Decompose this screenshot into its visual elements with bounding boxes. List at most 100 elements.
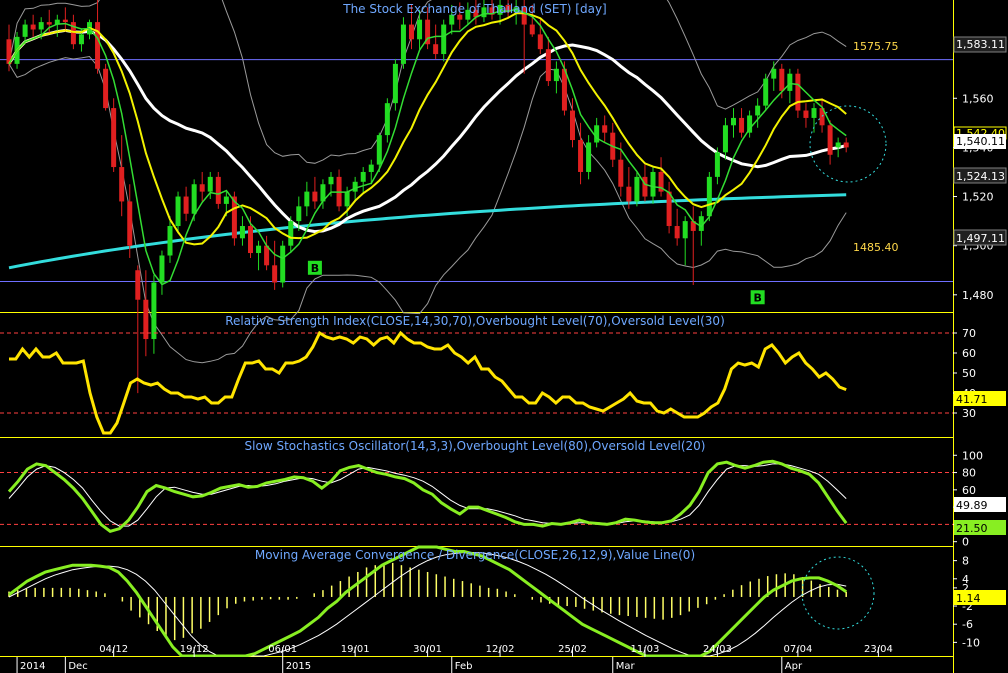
candle-body <box>167 226 173 256</box>
candle-body <box>586 142 592 172</box>
candle-body <box>763 78 769 106</box>
month-label: 2014 <box>20 661 45 672</box>
candle-body <box>95 22 101 69</box>
chart-background <box>0 0 1008 673</box>
candle-body <box>248 226 253 254</box>
candle-body <box>103 68 109 109</box>
candle-body <box>127 201 133 246</box>
date-label: 23/04 <box>864 644 893 655</box>
candle-body <box>239 226 245 239</box>
candle-body <box>199 184 205 192</box>
level-label-low: 1485.40 <box>853 241 899 254</box>
candle-body <box>400 24 406 64</box>
rsi-tick-label: 50 <box>962 367 976 380</box>
date-label: 19/01 <box>341 644 370 655</box>
candle-body <box>537 34 543 50</box>
price-box-mid-text: 1,524.13 <box>956 170 1005 183</box>
candle-body <box>755 105 761 116</box>
candle-body <box>666 191 672 227</box>
stoch-panel-title: Slow Stochastics Oscillator(14,3,3),Over… <box>245 439 706 453</box>
candle-body <box>360 171 366 182</box>
date-label: 30/01 <box>413 644 442 655</box>
candle-body <box>553 68 559 82</box>
candle-body <box>570 110 575 141</box>
candle-body <box>441 24 447 55</box>
candle-body <box>22 24 28 37</box>
candle-body <box>111 108 117 168</box>
candle-body <box>183 196 189 214</box>
stoch-tick-label: 60 <box>962 484 976 497</box>
candle-body <box>545 49 551 82</box>
candle-body <box>62 19 68 23</box>
price-tick-label: 1,480 <box>962 289 994 302</box>
month-label: Feb <box>455 661 473 672</box>
candle-body <box>634 176 640 202</box>
candle-body <box>682 221 688 239</box>
candle-body <box>650 171 656 197</box>
candle-body <box>433 44 439 55</box>
candle-body <box>626 186 632 202</box>
candle-body <box>159 255 165 283</box>
candle-body <box>312 191 318 202</box>
candle-body <box>409 24 414 40</box>
month-label: 2015 <box>286 661 311 672</box>
price-box-last-text: 1,540.11 <box>956 135 1005 148</box>
price-box-upper-text: 1,583.11 <box>956 38 1005 51</box>
stoch-tick-label: 100 <box>962 449 983 462</box>
candle-body <box>30 24 36 30</box>
rsi-tick-label: 70 <box>962 327 976 340</box>
candle-body <box>811 108 817 118</box>
candle-body <box>175 196 181 227</box>
candle-body <box>706 176 712 217</box>
stock-chart: B B The Stock Exchange of Thailand (SET) … <box>0 0 1008 673</box>
candle-body <box>779 68 785 91</box>
candle-body <box>135 270 141 300</box>
candle-body <box>803 110 809 118</box>
date-label: 11/03 <box>631 644 660 655</box>
candle-body <box>78 34 84 45</box>
macd-tick-label: 8 <box>962 555 969 568</box>
date-label: 19/12 <box>180 644 209 655</box>
date-label: 12/02 <box>486 644 515 655</box>
candle-body <box>795 73 801 111</box>
candle-body <box>674 226 680 239</box>
buy-signal-label: B <box>311 262 319 275</box>
candle-body <box>835 142 841 148</box>
candle-body <box>46 22 52 25</box>
candle-body <box>771 68 777 79</box>
candle-body <box>256 245 262 254</box>
date-label: 07/04 <box>783 644 812 655</box>
buy-signal-label: B <box>753 291 761 304</box>
price-tick-label: 1,560 <box>962 92 994 105</box>
price-box-lower-text: 1,497.11 <box>956 232 1005 245</box>
candle-body <box>352 181 358 192</box>
date-label: 24/03 <box>703 644 732 655</box>
macd-tick-label: -10 <box>962 636 980 649</box>
candle-body <box>731 117 736 126</box>
candle-body <box>223 196 229 204</box>
candle-body <box>578 140 584 172</box>
candle-body <box>272 265 278 283</box>
level-label-high: 1575.75 <box>853 40 899 53</box>
date-label: 04/12 <box>99 644 128 655</box>
price-tick-label: 1,520 <box>962 191 994 204</box>
candle-body <box>328 176 334 185</box>
rsi-panel-title: Relative Strength Index(CLOSE,14,30,70),… <box>225 314 725 328</box>
date-axis-background <box>0 657 953 673</box>
candle-body <box>392 63 398 104</box>
rsi-tick-label: 30 <box>962 407 976 420</box>
date-label: 25/02 <box>558 644 587 655</box>
candle-body <box>739 117 745 133</box>
candle-body <box>280 245 286 283</box>
candle-body <box>602 125 608 133</box>
candle-body <box>787 73 793 91</box>
stoch-k-text: 21.50 <box>956 522 988 535</box>
candle-body <box>151 282 157 340</box>
candle-body <box>304 191 310 207</box>
candle-body <box>827 125 833 155</box>
candle-body <box>215 176 221 204</box>
candle-body <box>119 167 125 202</box>
candle-body <box>288 221 294 246</box>
candle-body <box>529 24 535 35</box>
month-label: Mar <box>616 661 636 672</box>
